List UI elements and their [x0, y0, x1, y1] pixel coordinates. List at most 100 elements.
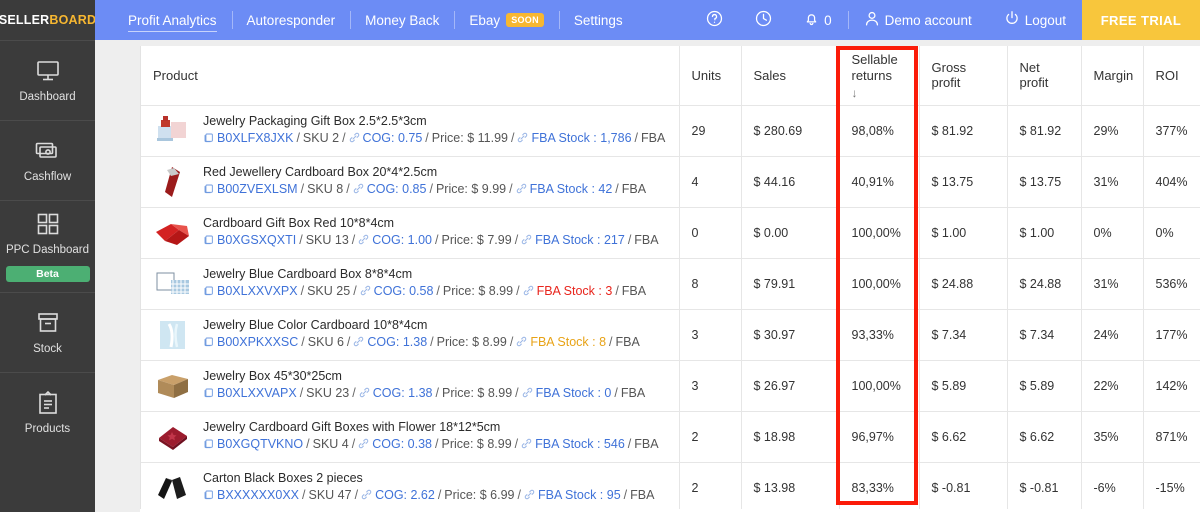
copy-asin-icon[interactable]	[203, 487, 217, 505]
sidebar-item-dashboard-label: Dashboard	[19, 90, 76, 103]
product-fba-stock[interactable]: FBA Stock : 95	[538, 487, 621, 505]
product-fulfillment: FBA	[634, 437, 659, 452]
table-row[interactable]: Jewelry Blue Color Cardboard 10*8*4cm B0…	[141, 309, 1200, 361]
product-fba-stock[interactable]: FBA Stock : 3	[537, 283, 613, 301]
copy-asin-icon[interactable]	[203, 334, 217, 352]
column-header-margin[interactable]: Margin	[1081, 46, 1144, 106]
table-row[interactable]: Jewelry Cardboard Gift Boxes with Flower…	[141, 411, 1200, 463]
product-fulfillment: FBA	[620, 386, 646, 401]
product-fba-stock[interactable]: FBA Stock : 1,786	[531, 130, 631, 148]
table-row[interactable]: Jewelry Box 45*30*25cm B0XLXXVAPX / SKU 23…	[141, 360, 1200, 412]
sidebar-item-ppc-dashboard[interactable]: PPC Dashboard Beta	[0, 200, 95, 292]
product-asin[interactable]: B0XLFX8JXK	[217, 130, 293, 148]
cell-units: 8	[679, 258, 742, 310]
product-sku: SKU 23	[306, 386, 350, 401]
product-fba-stock[interactable]: FBA Stock : 8	[530, 334, 606, 352]
column-header-units[interactable]: Units	[679, 46, 742, 106]
product-cog[interactable]: COG: 0.85	[367, 181, 427, 199]
column-header-sellable-returns-line2: returns	[851, 68, 892, 84]
copy-asin-icon[interactable]	[203, 130, 217, 148]
nav-link-ebay[interactable]: Ebay SOON	[454, 0, 559, 40]
table-row[interactable]: Carton Black Boxes 2 pieces BXXXXXX0XX / S…	[141, 462, 1200, 512]
product-asin[interactable]: B0XGQTVKNO	[217, 436, 303, 454]
copy-asin-icon[interactable]	[203, 436, 217, 454]
table-row[interactable]: Jewelry Blue Cardboard Box 8*8*4cm B0XLX…	[141, 258, 1200, 310]
column-header-sellable-returns[interactable]: Sellable returns ↓	[839, 46, 920, 106]
cell-units: 3	[679, 309, 742, 361]
nav-link-autoresponder-label: Autoresponder	[246, 12, 336, 28]
cell-margin: 0%	[1081, 207, 1144, 259]
brand-logo[interactable]: SELLER BOARD	[0, 0, 96, 40]
sidebar-item-stock[interactable]: Stock	[0, 292, 95, 372]
column-header-net-profit[interactable]: Net profit	[1007, 46, 1082, 106]
notifications-button[interactable]: 0	[788, 0, 848, 40]
copy-asin-icon[interactable]	[203, 385, 217, 403]
copy-asin-icon[interactable]	[203, 181, 217, 199]
cell-product: Jewelry Cardboard Gift Boxes with Flower…	[141, 411, 680, 463]
cell-product: Carton Black Boxes 2 pieces BXXXXXX0XX / S…	[141, 462, 680, 512]
nav-link-settings[interactable]: Settings	[558, 0, 638, 40]
product-cog[interactable]: COG: 1.00	[372, 232, 432, 250]
history-button[interactable]	[739, 0, 788, 40]
product-price: Price: $ 11.99	[431, 131, 508, 146]
fba-stock-link-icon	[517, 130, 531, 148]
product-fba-stock[interactable]: FBA Stock : 0	[536, 385, 612, 403]
product-title: Cardboard Gift Box Red 10*8*4cm	[203, 216, 395, 231]
product-fba-stock[interactable]: FBA Stock : 546	[535, 436, 625, 454]
product-asin[interactable]: B00XPKXXSC	[217, 334, 298, 352]
cell-margin: 22%	[1081, 360, 1144, 412]
sidebar-item-dashboard[interactable]: Dashboard	[0, 40, 95, 120]
product-asin[interactable]: BXXXXXX0XX	[217, 487, 299, 505]
cell-net-profit: $ 24.88	[1007, 258, 1082, 310]
product-thumbnail	[153, 111, 193, 150]
product-asin[interactable]: B00ZVEXLSM	[217, 181, 298, 199]
column-header-sales[interactable]: Sales	[741, 46, 840, 106]
monitor-icon	[34, 58, 62, 84]
fba-stock-link-icon	[521, 232, 535, 250]
product-fulfillment: FBA	[641, 131, 666, 146]
cell-sellable-returns: 40,91%	[839, 156, 920, 208]
product-meta: B0XGSXQXTI / SKU 13/COG: 1.00/Price: $ 7.9…	[203, 232, 659, 250]
account-label: Demo account	[884, 12, 972, 28]
table-row[interactable]: Jewelry Packaging Gift Box 2.5*2.5*3cm B…	[141, 105, 1200, 157]
account-button[interactable]: Demo account	[847, 0, 988, 40]
bell-icon	[804, 10, 819, 30]
nav-link-profit-analytics[interactable]: Profit Analytics	[113, 0, 232, 40]
nav-link-autoresponder[interactable]: Autoresponder	[231, 0, 351, 40]
product-asin[interactable]: B0XLXXVXPX	[217, 283, 298, 301]
product-asin[interactable]: B0XLXXVAPX	[217, 385, 297, 403]
product-asin[interactable]: B0XGSXQXTI	[217, 232, 296, 250]
sidebar-item-cashflow[interactable]: Cashflow	[0, 120, 95, 200]
product-meta: B0XLXXVXPX / SKU 25/COG: 0.58/Price: $ 8.9…	[203, 283, 646, 301]
product-cog[interactable]: COG: 1.38	[367, 334, 427, 352]
product-fba-stock[interactable]: FBA Stock : 42	[530, 181, 613, 199]
product-price: Price: $ 6.99	[444, 488, 515, 503]
help-button[interactable]	[690, 0, 739, 40]
product-thumbnail	[153, 264, 193, 303]
product-cog[interactable]: COG: 0.75	[363, 130, 423, 148]
product-cog[interactable]: COG: 0.38	[372, 436, 432, 454]
cell-units: 2	[679, 411, 742, 463]
column-header-gross-profit[interactable]: Gross profit	[919, 46, 1008, 106]
beta-badge: Beta	[5, 265, 90, 283]
product-cog[interactable]: COG: 0.58	[374, 283, 434, 301]
column-header-product[interactable]: Product	[141, 46, 680, 106]
copy-asin-icon[interactable]	[203, 283, 217, 301]
nav-link-money-back[interactable]: Money Back	[350, 0, 454, 40]
product-sku: SKU 13	[305, 233, 349, 248]
copy-asin-icon[interactable]	[203, 232, 217, 250]
free-trial-button[interactable]: FREE TRIAL	[1082, 0, 1200, 40]
table-row[interactable]: Cardboard Gift Box Red 10*8*4cm B0XGSXQX…	[141, 207, 1200, 259]
cell-roi: 0%	[1143, 207, 1200, 259]
sidebar-item-products[interactable]: Products	[0, 372, 95, 452]
table-row[interactable]: Red Jewellery Cardboard Box 20*4*2.5cm B…	[141, 156, 1200, 208]
product-cog[interactable]: COG: 1.38	[373, 385, 433, 403]
product-cog[interactable]: COG: 2.62	[375, 487, 435, 505]
logout-button[interactable]: Logout	[988, 0, 1082, 40]
column-header-roi[interactable]: ROI	[1143, 46, 1200, 106]
product-meta: B00XPKXXSC / SKU 6/COG: 1.38/Price: $ 8.99…	[203, 334, 640, 352]
cog-link-icon	[353, 181, 367, 199]
top-navigation: Profit Analytics Autoresponder Money Bac…	[95, 0, 1200, 40]
table-body: Jewelry Packaging Gift Box 2.5*2.5*3cm B…	[141, 105, 1200, 512]
product-fba-stock[interactable]: FBA Stock : 217	[535, 232, 625, 250]
